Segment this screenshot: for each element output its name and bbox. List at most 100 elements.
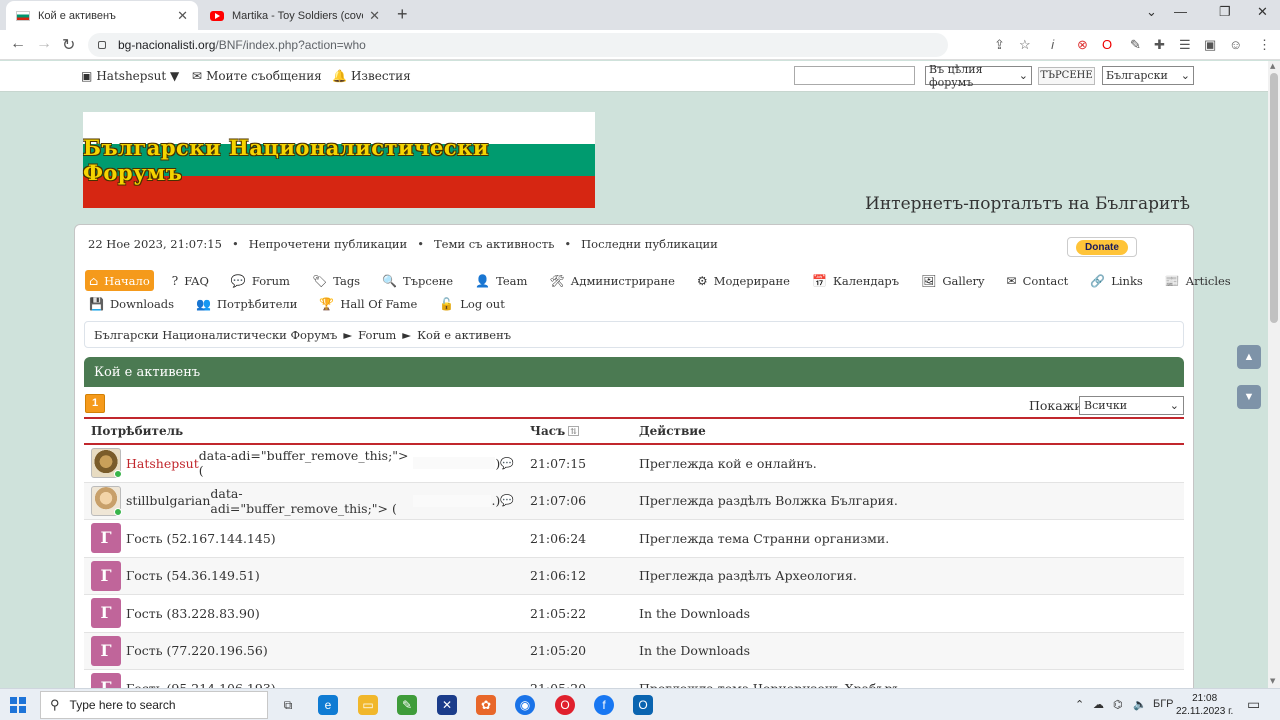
menu-item-row1-5[interactable]: 👤 Team (471, 270, 531, 291)
user-name-link[interactable]: Hatshepsut (126, 456, 199, 471)
search-button[interactable]: ТЪРСЕНЕ (1038, 67, 1095, 85)
menu-item-row1-0[interactable]: ⌂ Начало (85, 270, 154, 291)
action-cell[interactable]: Преглежда тема Странни организми. (639, 531, 1184, 546)
tab-search-chevron-icon[interactable]: ⌄ (1146, 4, 1157, 20)
tab-who-online[interactable]: Кой е активенъ ✕ (6, 1, 198, 30)
extension-pen-icon[interactable]: ✎ (1130, 37, 1141, 53)
back-arrow-icon[interactable]: ← (10, 35, 26, 53)
tray-chevron-icon[interactable]: ⌃ (1075, 698, 1084, 711)
menu-item-row2-3[interactable]: 🔓 Log out (435, 293, 508, 314)
close-icon[interactable]: ✕ (177, 8, 188, 24)
maximize-icon[interactable]: ❐ (1219, 4, 1231, 20)
taskbar-search-box[interactable]: ⚲ Type here to search (40, 691, 268, 719)
scroll-bottom-button[interactable]: ▼ (1237, 385, 1261, 409)
column-header-action[interactable]: Действие (639, 424, 706, 438)
avatar[interactable] (91, 448, 122, 479)
reload-icon[interactable]: ↻ (62, 35, 75, 55)
menu-item-row1-4[interactable]: 🔍 Търсене (378, 270, 457, 291)
guest-avatar[interactable]: Г (91, 635, 121, 666)
search-input[interactable] (794, 66, 915, 85)
my-messages-link[interactable]: ✉ Моите съобщения (192, 69, 322, 83)
taskbar-clock[interactable]: 21:08 22.11.2023 г. (1176, 692, 1233, 718)
breadcrumb-current[interactable]: Кой е активенъ (417, 328, 511, 342)
minimize-icon[interactable]: — (1174, 4, 1187, 19)
menu-item-row2-1[interactable]: 👥 Потрѣбители (192, 293, 301, 314)
page-scrollbar[interactable]: ▲ ▼ (1268, 61, 1280, 688)
recent-posts-link[interactable]: Последни публикации (581, 237, 718, 251)
uk-flag-icon[interactable]: ✕ (437, 695, 457, 715)
scroll-top-button[interactable]: ▲ (1237, 345, 1261, 369)
menu-item-row2-0[interactable]: 💾 Downloads (85, 293, 178, 314)
close-window-icon[interactable]: ✕ (1257, 4, 1268, 20)
menu-item-row1-3[interactable]: 🏷 Tags (308, 270, 364, 291)
opera-icon[interactable]: O (555, 695, 575, 715)
active-topics-link[interactable]: Теми съ активность (434, 237, 554, 251)
notifications-icon[interactable]: ▭ (1247, 696, 1260, 713)
opera-extension-icon[interactable]: O (1102, 37, 1112, 52)
bookmark-star-icon[interactable]: ☆ (1019, 37, 1031, 53)
forward-arrow-icon[interactable]: → (36, 35, 52, 53)
menu-item-row1-6[interactable]: 🛠 Администриране (545, 270, 678, 291)
facebook-icon[interactable]: f (594, 695, 614, 715)
menu-item-row2-2[interactable]: 🏆 Hall Of Fame (315, 293, 421, 314)
page-number-button[interactable]: 1 (85, 394, 105, 413)
menu-dots-icon[interactable]: ⋮ (1258, 37, 1271, 53)
forum-banner-logo[interactable]: Български Националистически Форумъ (83, 112, 595, 208)
unread-posts-link[interactable]: Непрочетени публикации (249, 237, 407, 251)
app-icon[interactable]: ✿ (476, 695, 496, 715)
windows-start-icon[interactable] (10, 697, 26, 713)
tab-youtube[interactable]: Martika - Toy Soldiers (cover by ✕ (200, 1, 390, 30)
menu-item-row1-9[interactable]: 🖼 Gallery (917, 270, 988, 291)
search-scope-select[interactable]: Въ цѣлия форумъ ⌄ (925, 63, 1032, 89)
menu-item-row1-11[interactable]: 🔗 Links (1086, 270, 1147, 291)
menu-item-row1-12[interactable]: 📰 Articles (1161, 270, 1235, 291)
new-tab-button[interactable]: + (397, 4, 408, 25)
breadcrumb-home[interactable]: Български Националистически Форумъ (94, 328, 337, 342)
action-cell[interactable]: In the Downloads (639, 606, 1184, 621)
column-header-time[interactable]: Часъ (530, 424, 565, 438)
menu-item-row1-2[interactable]: 💬 Forum (227, 270, 294, 291)
private-message-icon[interactable]: 💬 (500, 457, 514, 470)
close-icon[interactable]: ✕ (369, 8, 380, 24)
chrome-icon[interactable]: ◉ (515, 695, 535, 715)
input-language[interactable]: БГР (1153, 698, 1174, 710)
alerts-link[interactable]: 🔔 Известия (332, 69, 411, 83)
language-select[interactable]: Български ⌄ (1102, 66, 1194, 85)
edge-icon[interactable]: e (318, 695, 338, 715)
outlook-icon[interactable]: O (633, 695, 653, 715)
action-cell[interactable]: Преглежда раздѣлъ Археология. (639, 568, 1184, 583)
action-cell[interactable]: Преглежда кой е онлайнъ. (639, 456, 1184, 471)
profile-avatar-icon[interactable]: ☺ (1229, 37, 1242, 52)
user-name-link[interactable]: Гость (83.228.83.90) (126, 606, 260, 621)
guest-avatar[interactable]: Г (91, 560, 121, 591)
network-icon[interactable]: ⌬ (1113, 698, 1123, 711)
share-icon[interactable]: ⇪ (994, 37, 1005, 53)
guest-avatar[interactable]: Г (91, 598, 121, 629)
reading-list-icon[interactable]: ☰ (1179, 37, 1191, 53)
task-view-icon[interactable]: ⧉ (278, 695, 298, 715)
puzzle-icon[interactable]: ✚ (1154, 37, 1165, 53)
side-panel-icon[interactable]: ▣ (1204, 37, 1216, 53)
sort-icon[interactable]: ⇅ (568, 426, 579, 436)
scroll-down-arrow-icon[interactable]: ▼ (1270, 677, 1275, 685)
menu-item-row1-8[interactable]: 📅 Календаръ (808, 270, 903, 291)
scrollbar-thumb[interactable] (1270, 73, 1278, 323)
private-message-icon[interactable]: 💬 (500, 494, 514, 507)
avatar[interactable] (91, 485, 122, 516)
show-filter-select[interactable]: Всички ⌄ (1079, 396, 1184, 415)
volume-icon[interactable]: 🔈 (1133, 698, 1147, 711)
user-name-link[interactable]: Гость (54.36.149.51) (126, 568, 260, 583)
file-explorer-icon[interactable]: ▭ (358, 695, 378, 715)
scroll-up-arrow-icon[interactable]: ▲ (1270, 62, 1275, 70)
address-bar[interactable]: bg-nacionalisti.org/BNF/index.php?action… (88, 33, 948, 57)
guest-avatar[interactable]: Г (91, 523, 121, 554)
action-cell[interactable]: In the Downloads (639, 643, 1184, 658)
menu-item-row1-1[interactable]: ? FAQ (168, 270, 213, 291)
action-cell[interactable]: Преглежда раздѣлъ Волжка България. (639, 493, 1184, 508)
user-name-link[interactable]: Гость (77.220.196.56) (126, 643, 268, 658)
menu-item-row1-7[interactable]: ⚙ Модериране (693, 270, 794, 291)
extension-i-icon[interactable]: 𝑖 (1051, 37, 1054, 53)
user-name-link[interactable]: Гость (52.167.144.145) (126, 531, 276, 546)
donate-button[interactable]: Donate (1067, 237, 1137, 257)
user-name-link[interactable]: stillbulgarian (126, 493, 210, 508)
